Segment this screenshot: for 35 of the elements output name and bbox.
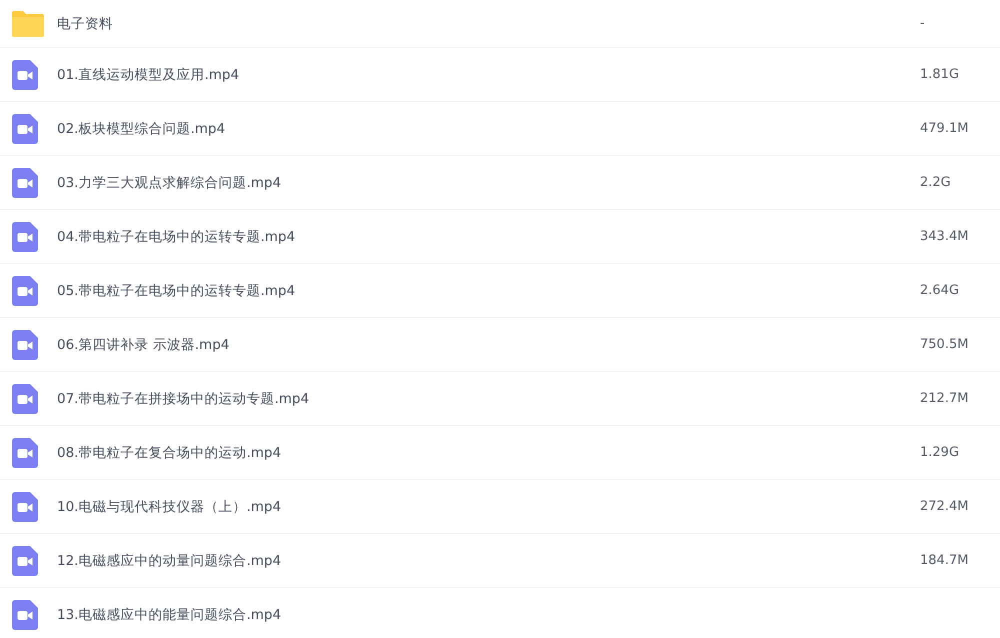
file-size: 2.2G	[920, 175, 952, 190]
folder-icon	[12, 10, 44, 36]
video-file-icon	[12, 330, 38, 360]
file-size: 212.7M	[920, 391, 970, 406]
file-size: 1.29G	[920, 445, 960, 460]
file-name[interactable]: 01.直线运动模型及应用.mp4	[57, 66, 920, 84]
file-name[interactable]: 13.电磁感应中的能量问题综合.mp4	[57, 606, 1000, 624]
file-name[interactable]: 04.带电粒子在电场中的运转专题.mp4	[57, 228, 920, 246]
file-name[interactable]: 08.带电粒子在复合场中的运动.mp4	[57, 444, 920, 462]
video-file-icon	[12, 114, 38, 144]
file-name[interactable]: 07.带电粒子在拼接场中的运动专题.mp4	[57, 390, 920, 408]
video-file-icon	[12, 276, 38, 306]
file-size: 2.64G	[920, 283, 960, 298]
file-name[interactable]: 12.电磁感应中的动量问题综合.mp4	[57, 552, 920, 570]
file-size: 479.1M	[920, 121, 970, 136]
video-file-icon	[12, 600, 38, 630]
file-size: 272.4M	[920, 499, 970, 514]
file-name[interactable]: 03.力学三大观点求解综合问题.mp4	[57, 174, 920, 192]
video-file-icon	[12, 384, 38, 414]
file-size: 184.7M	[920, 553, 970, 568]
video-file-icon	[12, 168, 38, 198]
video-file-icon	[12, 492, 38, 522]
video-file-icon	[12, 60, 38, 90]
file-name[interactable]: 05.带电粒子在电场中的运转专题.mp4	[57, 282, 920, 300]
file-size: 1.81G	[920, 67, 960, 82]
file-name[interactable]: 10.电磁与现代科技仪器（上）.mp4	[57, 498, 920, 516]
video-file-icon	[12, 222, 38, 252]
video-file-icon	[12, 546, 38, 576]
file-size: 343.4M	[920, 229, 970, 244]
video-file-icon	[12, 438, 38, 468]
file-name[interactable]: 02.板块模型综合问题.mp4	[57, 120, 920, 138]
file-name[interactable]: 电子资料	[57, 14, 920, 32]
file-name[interactable]: 06.第四讲补录 示波器.mp4	[57, 336, 920, 354]
file-size: -	[920, 16, 926, 31]
file-size: 750.5M	[920, 337, 970, 352]
